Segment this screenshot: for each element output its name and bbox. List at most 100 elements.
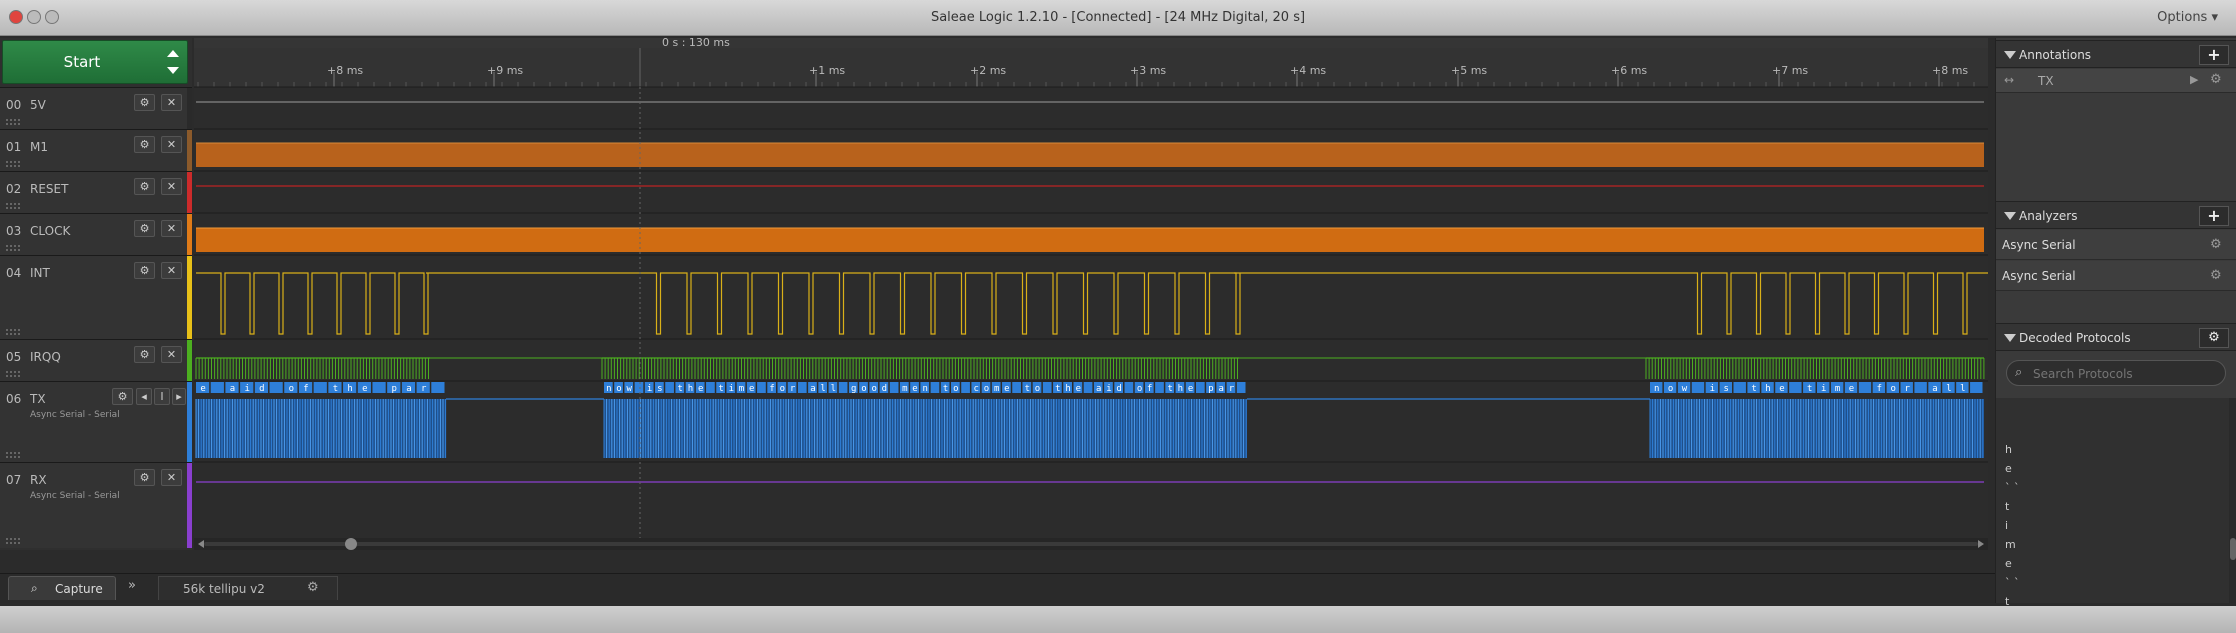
double-chevron-icon[interactable]: » (128, 578, 136, 602)
close-icon[interactable]: ✕ (161, 220, 182, 237)
gear-icon[interactable]: ⚙ (134, 469, 155, 486)
gear-icon[interactable]: ⚙ (134, 178, 155, 195)
drag-handle-icon[interactable] (6, 161, 20, 167)
channel-number: 00 (6, 98, 22, 112)
channel-name[interactable]: IRQQ (30, 350, 61, 364)
signal-m1 (196, 143, 1984, 167)
close-icon[interactable]: ✕ (161, 262, 182, 279)
decoded-byte-label: o (780, 384, 785, 394)
text-cursor-icon[interactable]: I (154, 388, 170, 405)
channel-name[interactable]: 5V (30, 98, 46, 112)
decoded-protocol-item[interactable]: e (2005, 557, 2012, 570)
collapse-triangle-icon[interactable] (2004, 51, 2016, 59)
decoded-protocol-item[interactable]: e (2005, 462, 2012, 475)
play-icon[interactable]: ▶ (2190, 73, 2198, 86)
close-icon[interactable]: ✕ (161, 346, 182, 363)
decoded-byte-label: e (200, 384, 205, 394)
chevron-up-icon[interactable] (167, 50, 179, 57)
gear-icon[interactable]: ⚙ (2210, 237, 2222, 252)
add-analyzer-button[interactable]: + (2199, 206, 2229, 226)
channel-row[interactable]: 05 IRQQ ⚙ ✕ (0, 339, 192, 381)
decoded-protocol-item[interactable]: ` ` (2005, 576, 2020, 589)
channel-row[interactable]: 06 TX Async Serial - Serial ⚙ ◂ I ▸ (0, 381, 192, 462)
decoded-byte-label: l (1960, 384, 1965, 394)
drag-handle-icon[interactable] (6, 538, 20, 544)
drag-handle-icon[interactable] (6, 371, 20, 377)
gear-icon[interactable]: ⚙ (134, 262, 155, 279)
collapse-triangle-icon[interactable] (2004, 212, 2016, 220)
gear-icon[interactable]: ⚙ (134, 346, 155, 363)
signal-clock (196, 228, 1984, 252)
channel-row[interactable]: 01 M1 ⚙ ✕ (0, 129, 192, 171)
gear-icon[interactable]: ⚙ (134, 94, 155, 111)
channel-row[interactable]: 02 RESET ⚙ ✕ (0, 171, 192, 213)
decoded-protocol-item[interactable]: m (2005, 538, 2016, 551)
waveform-area[interactable]: 0 s : 130 ms +8 ms +9 ms +1 ms +2 ms +3 ms +4 … (194, 38, 1988, 550)
gear-icon[interactable]: ⚙ (2210, 72, 2222, 87)
drag-handle-icon[interactable] (6, 245, 20, 251)
decoded-byte-box (269, 382, 283, 393)
channel-row[interactable]: 04 INT ⚙ ✕ (0, 255, 192, 339)
collapse-triangle-icon[interactable] (2004, 334, 2016, 342)
channel-number: 05 (6, 350, 22, 364)
channel-name[interactable]: CLOCK (30, 224, 70, 238)
channel-color-swatch (187, 463, 192, 548)
scrollbar-thumb[interactable] (2230, 538, 2236, 560)
waveform-canvas[interactable]: 0 s : 130 ms +8 ms +9 ms +1 ms +2 ms +3 ms +4 … (194, 38, 1988, 550)
gear-icon[interactable]: ⚙ (2210, 268, 2222, 283)
annotation-row[interactable]: ↔ TX ▶ ⚙ (1996, 69, 2236, 93)
start-button[interactable]: Start (2, 40, 188, 84)
add-annotation-button[interactable]: + (2199, 45, 2229, 65)
channel-row[interactable]: 00 5V ⚙ ✕ (0, 87, 192, 129)
decoded-byte-label: e (1004, 384, 1009, 394)
chevron-down-icon[interactable] (167, 67, 179, 74)
drag-handle-icon[interactable] (6, 452, 20, 458)
channel-number: 07 (6, 473, 22, 487)
decoded-protocols-list[interactable]: he` `time` `to (1996, 398, 2229, 627)
gear-icon[interactable]: ⚙ (112, 388, 133, 405)
next-icon[interactable]: ▸ (172, 388, 186, 405)
decoded-protocols-header: Decoded Protocols ⚙ (1996, 323, 2236, 351)
decoded-byte-box (757, 382, 766, 393)
gear-icon[interactable]: ⚙ (307, 580, 319, 595)
gear-icon[interactable]: ⚙ (134, 220, 155, 237)
decoded-byte-box (1042, 382, 1052, 393)
channel-name[interactable]: RESET (30, 182, 68, 196)
decoded-byte-label: e (912, 384, 917, 394)
tab-session[interactable]: 56k tellipu v2 ⚙ (158, 576, 338, 600)
channel-name[interactable]: INT (30, 266, 50, 280)
decoded-byte-label: i (1710, 384, 1715, 394)
decoded-protocol-item[interactable]: ` ` (2005, 481, 2020, 494)
tab-capture[interactable]: ⌕ Capture (8, 576, 116, 600)
decoded-protocol-item[interactable]: h (2005, 443, 2012, 456)
prev-icon[interactable]: ◂ (136, 388, 152, 405)
channel-analyzer-label: Async Serial - Serial (30, 410, 120, 420)
decoded-byte-label: m (902, 384, 907, 394)
channel-row[interactable]: 07 RX Async Serial - Serial ⚙ ✕ (0, 462, 192, 548)
search-protocols-field[interactable]: ⌕ (2006, 360, 2226, 386)
channel-panel: Start 00 5V ⚙ ✕ 01 M1 ⚙ ✕ 02 RESET ⚙ ✕ 03 CLOCK ⚙ ✕ 04 IN… (0, 38, 192, 550)
channel-name[interactable]: M1 (30, 140, 48, 154)
decoded-protocol-item[interactable]: i (2005, 519, 2008, 532)
channel-name[interactable]: TX (30, 392, 46, 406)
close-icon[interactable]: ✕ (161, 94, 182, 111)
protocols-settings-button[interactable]: ⚙ (2199, 328, 2229, 348)
options-menu[interactable]: Options ▾ (2157, 10, 2218, 25)
channel-color-swatch (187, 256, 192, 339)
channel-row[interactable]: 03 CLOCK ⚙ ✕ (0, 213, 192, 255)
protocols-scrollbar[interactable] (2229, 398, 2236, 603)
close-icon[interactable]: ✕ (161, 469, 182, 486)
analyzer-row[interactable]: Async Serial ⚙ (1996, 230, 2236, 260)
drag-handle-icon[interactable] (6, 329, 20, 335)
close-icon[interactable]: ✕ (161, 178, 182, 195)
decoded-protocol-item[interactable]: t (2005, 500, 2009, 513)
gear-icon[interactable]: ⚙ (134, 136, 155, 153)
decoded-byte-box (1691, 382, 1705, 393)
channel-name[interactable]: RX (30, 473, 47, 487)
decoded-byte-label: e (1188, 384, 1193, 394)
analyzer-row[interactable]: Async Serial ⚙ (1996, 261, 2236, 291)
drag-handle-icon[interactable] (6, 119, 20, 125)
close-icon[interactable]: ✕ (161, 136, 182, 153)
search-protocols-input[interactable] (2033, 365, 2218, 382)
drag-handle-icon[interactable] (6, 203, 20, 209)
